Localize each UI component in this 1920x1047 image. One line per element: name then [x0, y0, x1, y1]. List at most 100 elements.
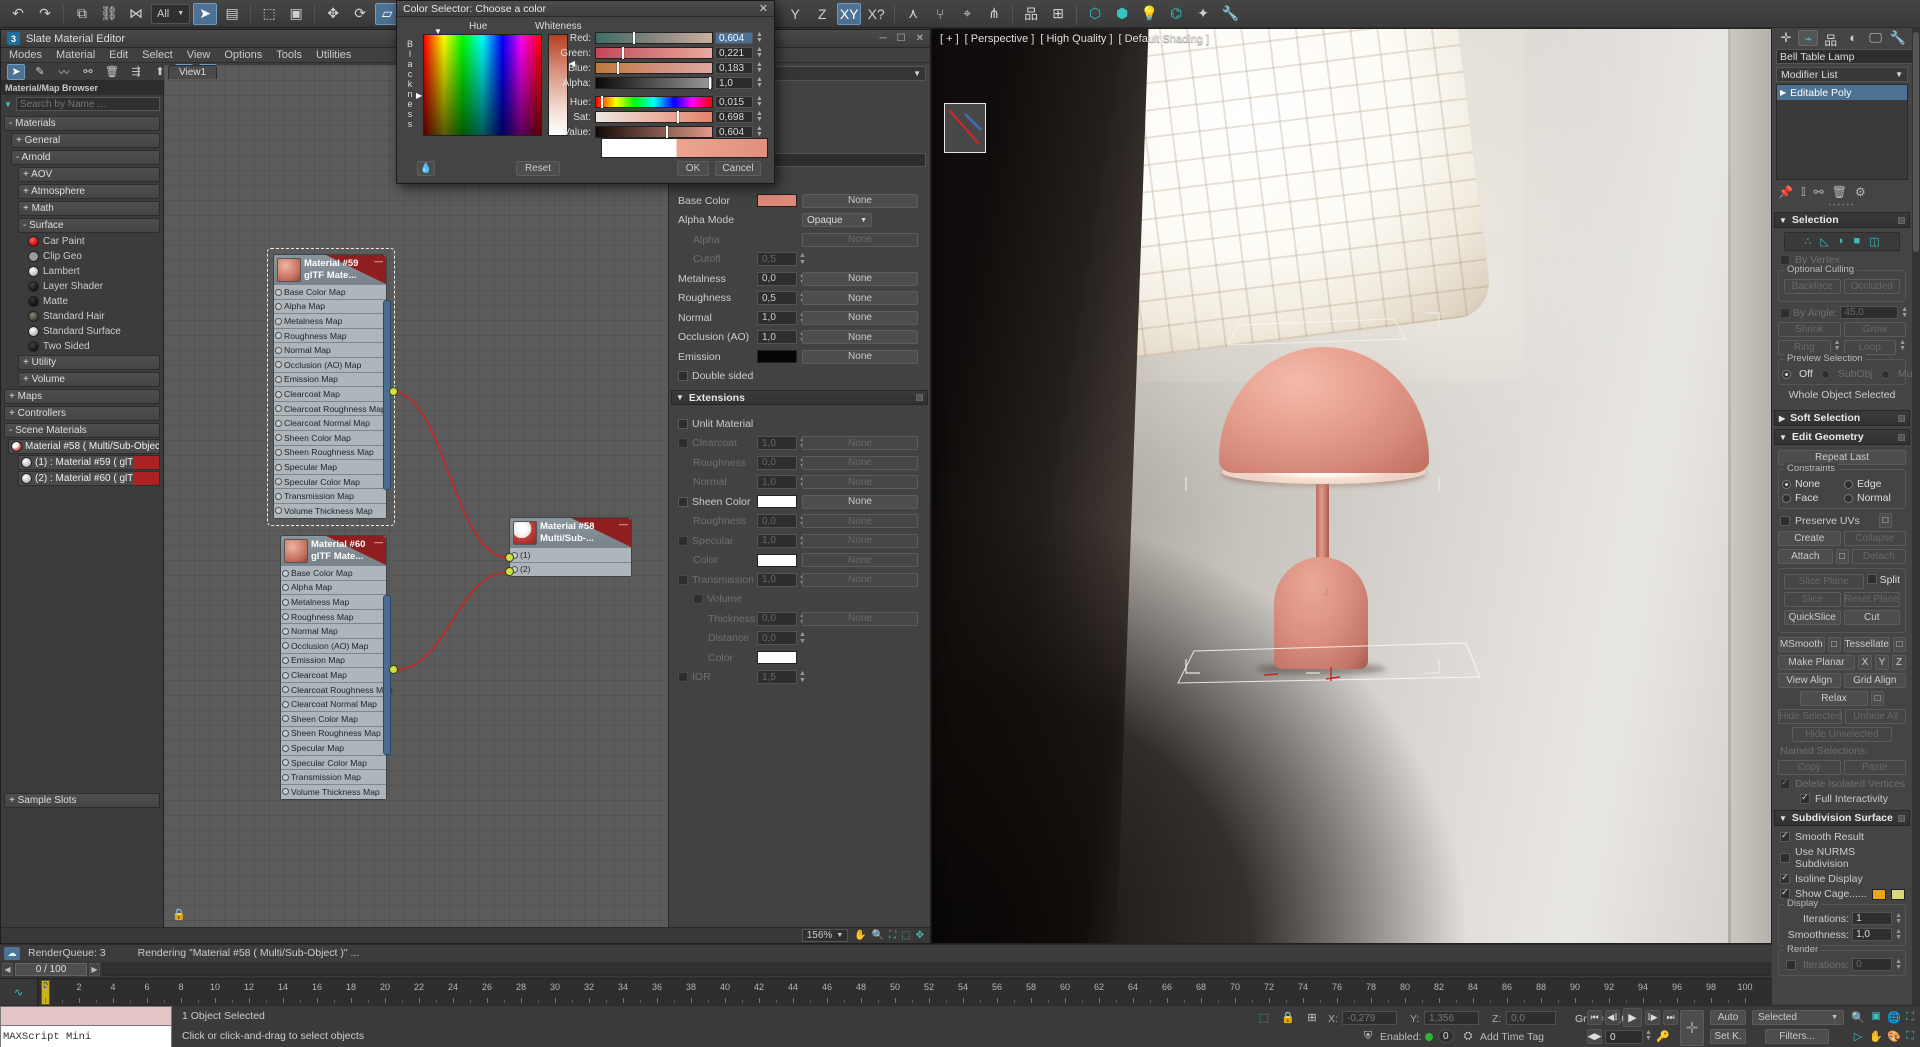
value-value-field[interactable]: 0,604	[715, 126, 753, 138]
spinner-arrows[interactable]: ▲▼	[755, 62, 764, 74]
node60-output-pin[interactable]	[389, 665, 398, 674]
node60-panel-strip[interactable]	[383, 595, 391, 755]
collapse-node-icon[interactable]: —	[374, 256, 383, 266]
roughness-spinner[interactable]: 0,0	[757, 514, 797, 528]
viewport-label-seg-2[interactable]: [ High Quality ]	[1040, 33, 1112, 45]
zoom-extents-icon[interactable]: 🌐	[1886, 1010, 1902, 1025]
camera-icon[interactable]: ⌬	[1164, 3, 1188, 25]
attach-button[interactable]: Attach	[1778, 549, 1833, 564]
delete-selected-icon[interactable]: 🗑	[103, 64, 121, 80]
key-step-icon[interactable]: ◀▶	[1587, 1029, 1602, 1044]
bind-spacewarp-icon[interactable]: ⋈	[124, 3, 148, 25]
node-slot-12[interactable]: Specular Map	[274, 459, 386, 474]
slot-input-pin[interactable]	[282, 686, 289, 693]
occlusion-ao--spinner[interactable]: 1,0	[757, 330, 797, 344]
specular-checkbox[interactable]	[678, 536, 688, 546]
smooth-result-checkbox[interactable]	[1780, 832, 1790, 842]
node-slot-15[interactable]: Volume Thickness Map	[281, 784, 386, 799]
spinner-arrows[interactable]: ▲▼	[755, 32, 764, 44]
create-button[interactable]: Create	[1778, 531, 1841, 546]
soft-selection-rollout-header[interactable]: ▶Soft Selection	[1774, 410, 1910, 426]
zoom-extents-all-icon[interactable]: ⛶	[1902, 1010, 1918, 1025]
node59-output-pin[interactable]	[389, 387, 398, 396]
angle-spinner[interactable]: 45,0	[1840, 306, 1898, 319]
slot-input-pin[interactable]	[275, 434, 282, 441]
blue-slider[interactable]	[595, 62, 713, 74]
pan-icon[interactable]: ✋	[1868, 1029, 1884, 1044]
node-slot-3[interactable]: Roughness Map	[281, 609, 386, 624]
sheen-color-checkbox[interactable]	[678, 497, 688, 507]
node-slot-0[interactable]: Base Color Map	[274, 284, 386, 299]
bone-tools-icon[interactable]: ⑂	[928, 3, 952, 25]
material-59-node[interactable]: Material #59glTF Mate...—Base Color MapA…	[273, 254, 387, 519]
slot-input-pin[interactable]	[275, 303, 282, 310]
node-slot-13[interactable]: Specular Color Map	[274, 474, 386, 489]
preserve-uvs-settings-button[interactable]: □	[1879, 513, 1892, 528]
prev-frame-icon[interactable]: ◀	[2, 963, 13, 976]
slice-plane-button[interactable]: Slice Plane	[1784, 574, 1864, 589]
node-slot-10[interactable]: Sheen Color Map	[274, 430, 386, 445]
light-icon[interactable]: 💡	[1137, 3, 1161, 25]
browser-row-17[interactable]: + Maps	[4, 389, 160, 404]
browser-row-0[interactable]: - Materials	[4, 116, 160, 131]
metalness-spinner[interactable]: 0,0	[757, 272, 797, 286]
browser-row-8[interactable]: Clip Geo	[26, 249, 160, 264]
compass-icon[interactable]: ⌖	[955, 3, 979, 25]
node-slot-6[interactable]: Emission Map	[274, 372, 386, 387]
msmooth-settings-button[interactable]: □	[1828, 637, 1841, 652]
command-panel-scrollbar[interactable]	[1912, 28, 1920, 1005]
utilities-tab[interactable]: 🔧	[1888, 30, 1908, 46]
slot-input-pin[interactable]	[282, 715, 289, 722]
slot-input-pin[interactable]	[282, 628, 289, 635]
preview-off-radio[interactable]	[1782, 370, 1791, 379]
selection-rollout-header[interactable]: ▼Selection	[1774, 212, 1910, 228]
node-slot-1[interactable]: Alpha Map	[274, 299, 386, 314]
slot-input-pin[interactable]	[275, 449, 282, 456]
sheen-color-color-swatch[interactable]	[757, 495, 797, 508]
slot-input-pin[interactable]	[275, 289, 282, 296]
sme-menu-view[interactable]: View	[187, 49, 211, 61]
orbit-icon[interactable]: 🎨	[1886, 1029, 1902, 1044]
quickslice-button[interactable]: QuickSlice	[1784, 610, 1841, 625]
collapse-node-icon[interactable]: —	[619, 519, 628, 529]
constraint-none-radio[interactable]	[1782, 480, 1791, 489]
element-mode-icon[interactable]: ◫	[1869, 235, 1879, 248]
cage-color-swatch-2[interactable]	[1891, 889, 1905, 900]
copy-button[interactable]: Copy	[1778, 760, 1841, 775]
normal-map-button[interactable]: None	[802, 311, 918, 325]
reset-plane-button[interactable]: Reset Plane	[1844, 592, 1901, 607]
occluded-button[interactable]: Occluded	[1844, 279, 1901, 294]
maxscript-mini-listener[interactable]: MAXScript Mini	[0, 1006, 172, 1047]
node58-input1-pin[interactable]	[505, 553, 514, 562]
volume-checkbox[interactable]	[693, 594, 703, 604]
clearcoat-spinner[interactable]: 1,0	[757, 436, 797, 450]
base-color-color-swatch[interactable]	[757, 194, 797, 207]
window-crossing-icon[interactable]: ▣	[284, 3, 308, 25]
maximize-viewport-icon[interactable]: ⛶	[1902, 1029, 1918, 1044]
node-slot-15[interactable]: Volume Thickness Map	[274, 503, 386, 518]
node-view[interactable]: View1 Material #59glTF Mate...—Base Colo…	[164, 65, 668, 927]
spinner-arrows[interactable]: ▲▼	[755, 126, 764, 138]
cutoff-spinner[interactable]: 0,5	[757, 252, 797, 266]
y-coordinate-field[interactable]: 1,356	[1424, 1011, 1479, 1025]
pan-zoom-icon[interactable]: ✥	[916, 930, 924, 941]
constraint-normal-radio[interactable]	[1844, 494, 1853, 503]
preview-multi-radio[interactable]	[1881, 370, 1890, 379]
node-slot-2[interactable]: Metalness Map	[281, 594, 386, 609]
slot-input-pin[interactable]	[275, 318, 282, 325]
node-view-zoom[interactable]: 156% ▼	[802, 929, 849, 942]
color-color-swatch[interactable]	[757, 554, 797, 567]
lock-icon[interactable]: 🔒	[172, 908, 186, 921]
zoom-region-icon[interactable]: ▷	[1850, 1029, 1866, 1044]
zoom-region-icon[interactable]: ⬚	[901, 930, 910, 941]
eyedropper-icon[interactable]: 💧	[417, 161, 435, 176]
roughness-map-button[interactable]: None	[802, 291, 918, 305]
relax-settings-button[interactable]: □	[1871, 691, 1884, 706]
key-filters-button[interactable]: Filters...	[1765, 1029, 1829, 1044]
polygon-mode-icon[interactable]: ■	[1854, 235, 1861, 248]
alpha-map-button[interactable]: None	[802, 233, 918, 247]
node-slot-2[interactable]: Metalness Map	[274, 313, 386, 328]
browser-row-2[interactable]: - Arnold	[11, 150, 160, 165]
sme-menu-modes[interactable]: Modes	[9, 49, 42, 61]
axis-y-button[interactable]: Y	[783, 3, 807, 25]
